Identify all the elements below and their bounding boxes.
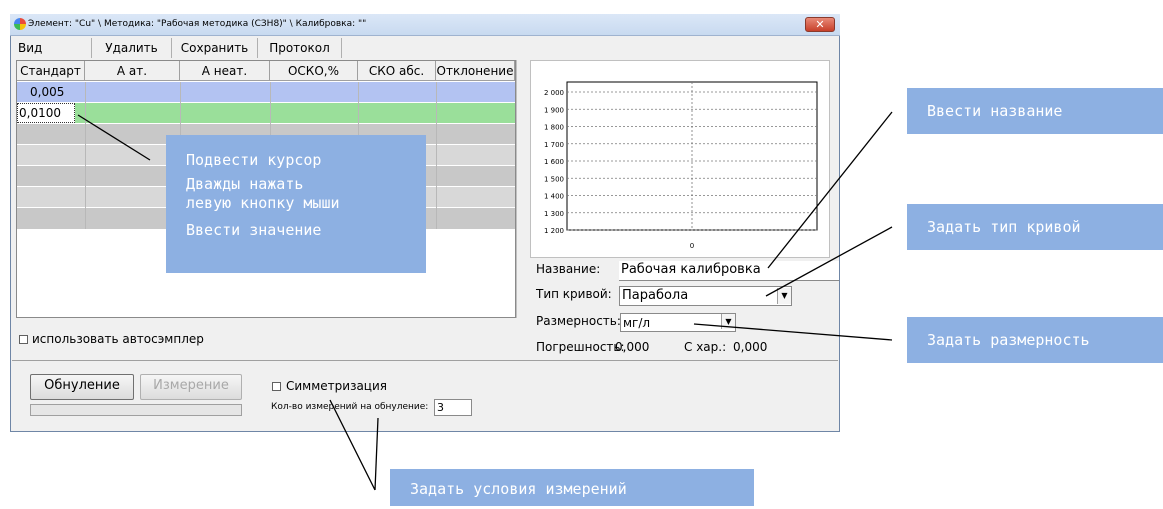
note-conditions: Задать условия измерений: [390, 469, 754, 506]
note-cursor-line: левую кнопку мыши: [186, 194, 340, 212]
note-cursor-line: Подвести курсор: [186, 151, 322, 169]
note-curve: Задать тип кривой: [907, 204, 1163, 250]
note-name: Ввести название: [907, 88, 1163, 134]
note-unit: Задать размерность: [907, 317, 1163, 363]
note-cursor: Подвести курсор Дважды нажать левую кноп…: [166, 135, 426, 273]
note-cursor-line: Ввести значение: [186, 221, 322, 239]
note-cursor-line: Дважды нажать: [186, 175, 304, 193]
